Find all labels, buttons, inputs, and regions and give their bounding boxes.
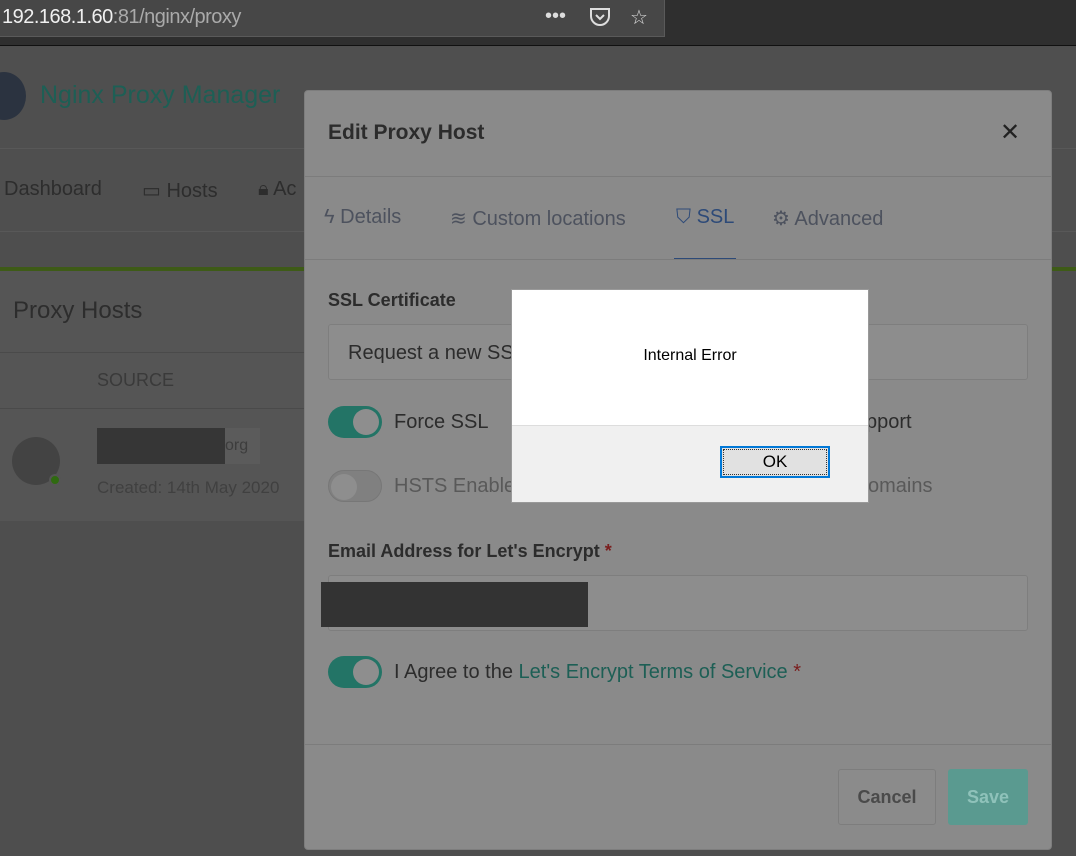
tab-details[interactable]: ϟ Details [324, 206, 401, 229]
modal-title: Edit Proxy Host [328, 121, 485, 144]
divider [305, 259, 1051, 260]
divider [305, 744, 1051, 745]
tab-label: Advanced [794, 208, 884, 230]
lock-icon: 🔒︎ [258, 178, 269, 200]
nav-hosts-label: Hosts [166, 180, 218, 202]
tab-ssl[interactable]: ⛉ SSL [676, 206, 734, 229]
cancel-button[interactable]: Cancel [838, 769, 936, 825]
divider [305, 176, 1051, 177]
divider [0, 408, 310, 409]
agree-tos-label: I Agree to the Let's Encrypt Terms of Se… [394, 661, 801, 684]
alert-dialog: Internal Error OK [511, 289, 869, 503]
hsts-toggle[interactable] [328, 470, 382, 502]
status-dot [49, 474, 61, 486]
monitor-icon: ▭ [142, 180, 161, 202]
tab-custom-locations[interactable]: ≋ Custom locations [450, 206, 626, 231]
alert-message: Internal Error [643, 347, 737, 364]
close-icon[interactable]: ✕ [1000, 118, 1020, 147]
nav-hosts[interactable]: ▭ Hosts [142, 178, 218, 203]
domain-badge: org [225, 428, 260, 464]
tab-label: Custom locations [472, 208, 626, 230]
shield-icon: ⛉ [676, 206, 691, 228]
created-date: Created: 14th May 2020 [97, 478, 280, 497]
agree-prefix: I Agree to the [394, 661, 519, 683]
nav-access[interactable]: 🔒︎ Ac [258, 178, 296, 201]
save-button[interactable]: Save [948, 769, 1028, 825]
force-ssl-toggle[interactable] [328, 406, 382, 438]
url-text[interactable]: 192.168.1.60:81/nginx/proxy [2, 6, 241, 29]
pocket-icon[interactable] [588, 5, 612, 35]
gear-icon: ⚙ [772, 208, 790, 230]
divider [0, 352, 310, 353]
ssl-certificate-value: Request a new SS [348, 342, 514, 364]
hsts-label: HSTS Enable [394, 475, 516, 497]
email-label: Email Address for Let's Encrypt * [328, 541, 612, 562]
nav-dashboard[interactable]: Dashboard [4, 178, 102, 201]
required-mark: * [604, 541, 612, 561]
redacted-email [321, 582, 588, 627]
http2-label: pport [866, 411, 912, 433]
url-host: 192.168.1.60 [2, 6, 113, 28]
nav-access-label: Ac [273, 178, 297, 200]
required-mark: * [793, 661, 801, 683]
force-ssl-label: Force SSL [394, 411, 489, 433]
bolt-icon: ϟ [324, 206, 335, 228]
url-path: :81/nginx/proxy [112, 6, 242, 28]
bookmark-star-icon[interactable]: ☆ [630, 5, 648, 30]
ssl-certificate-label: SSL Certificate [328, 290, 456, 310]
brand-title[interactable]: Nginx Proxy Manager [40, 81, 280, 110]
tos-link[interactable]: Let's Encrypt Terms of Service [519, 661, 788, 683]
tab-label: Details [340, 206, 402, 228]
ok-button[interactable]: OK [720, 446, 830, 478]
layers-icon: ≋ [450, 208, 467, 230]
column-header-source[interactable]: SOURCE [97, 370, 174, 391]
hsts-subdomains-label: omains [868, 475, 933, 497]
redacted-domain [97, 428, 225, 464]
alert-footer: OK [512, 425, 868, 502]
more-icon[interactable]: ••• [545, 5, 566, 28]
page-title: Proxy Hosts [13, 297, 143, 324]
agree-tos-toggle[interactable] [328, 656, 382, 688]
tab-label: SSL [696, 206, 735, 228]
email-label-text: Email Address for Let's Encrypt [328, 541, 600, 561]
tab-advanced[interactable]: ⚙ Advanced [772, 206, 883, 231]
